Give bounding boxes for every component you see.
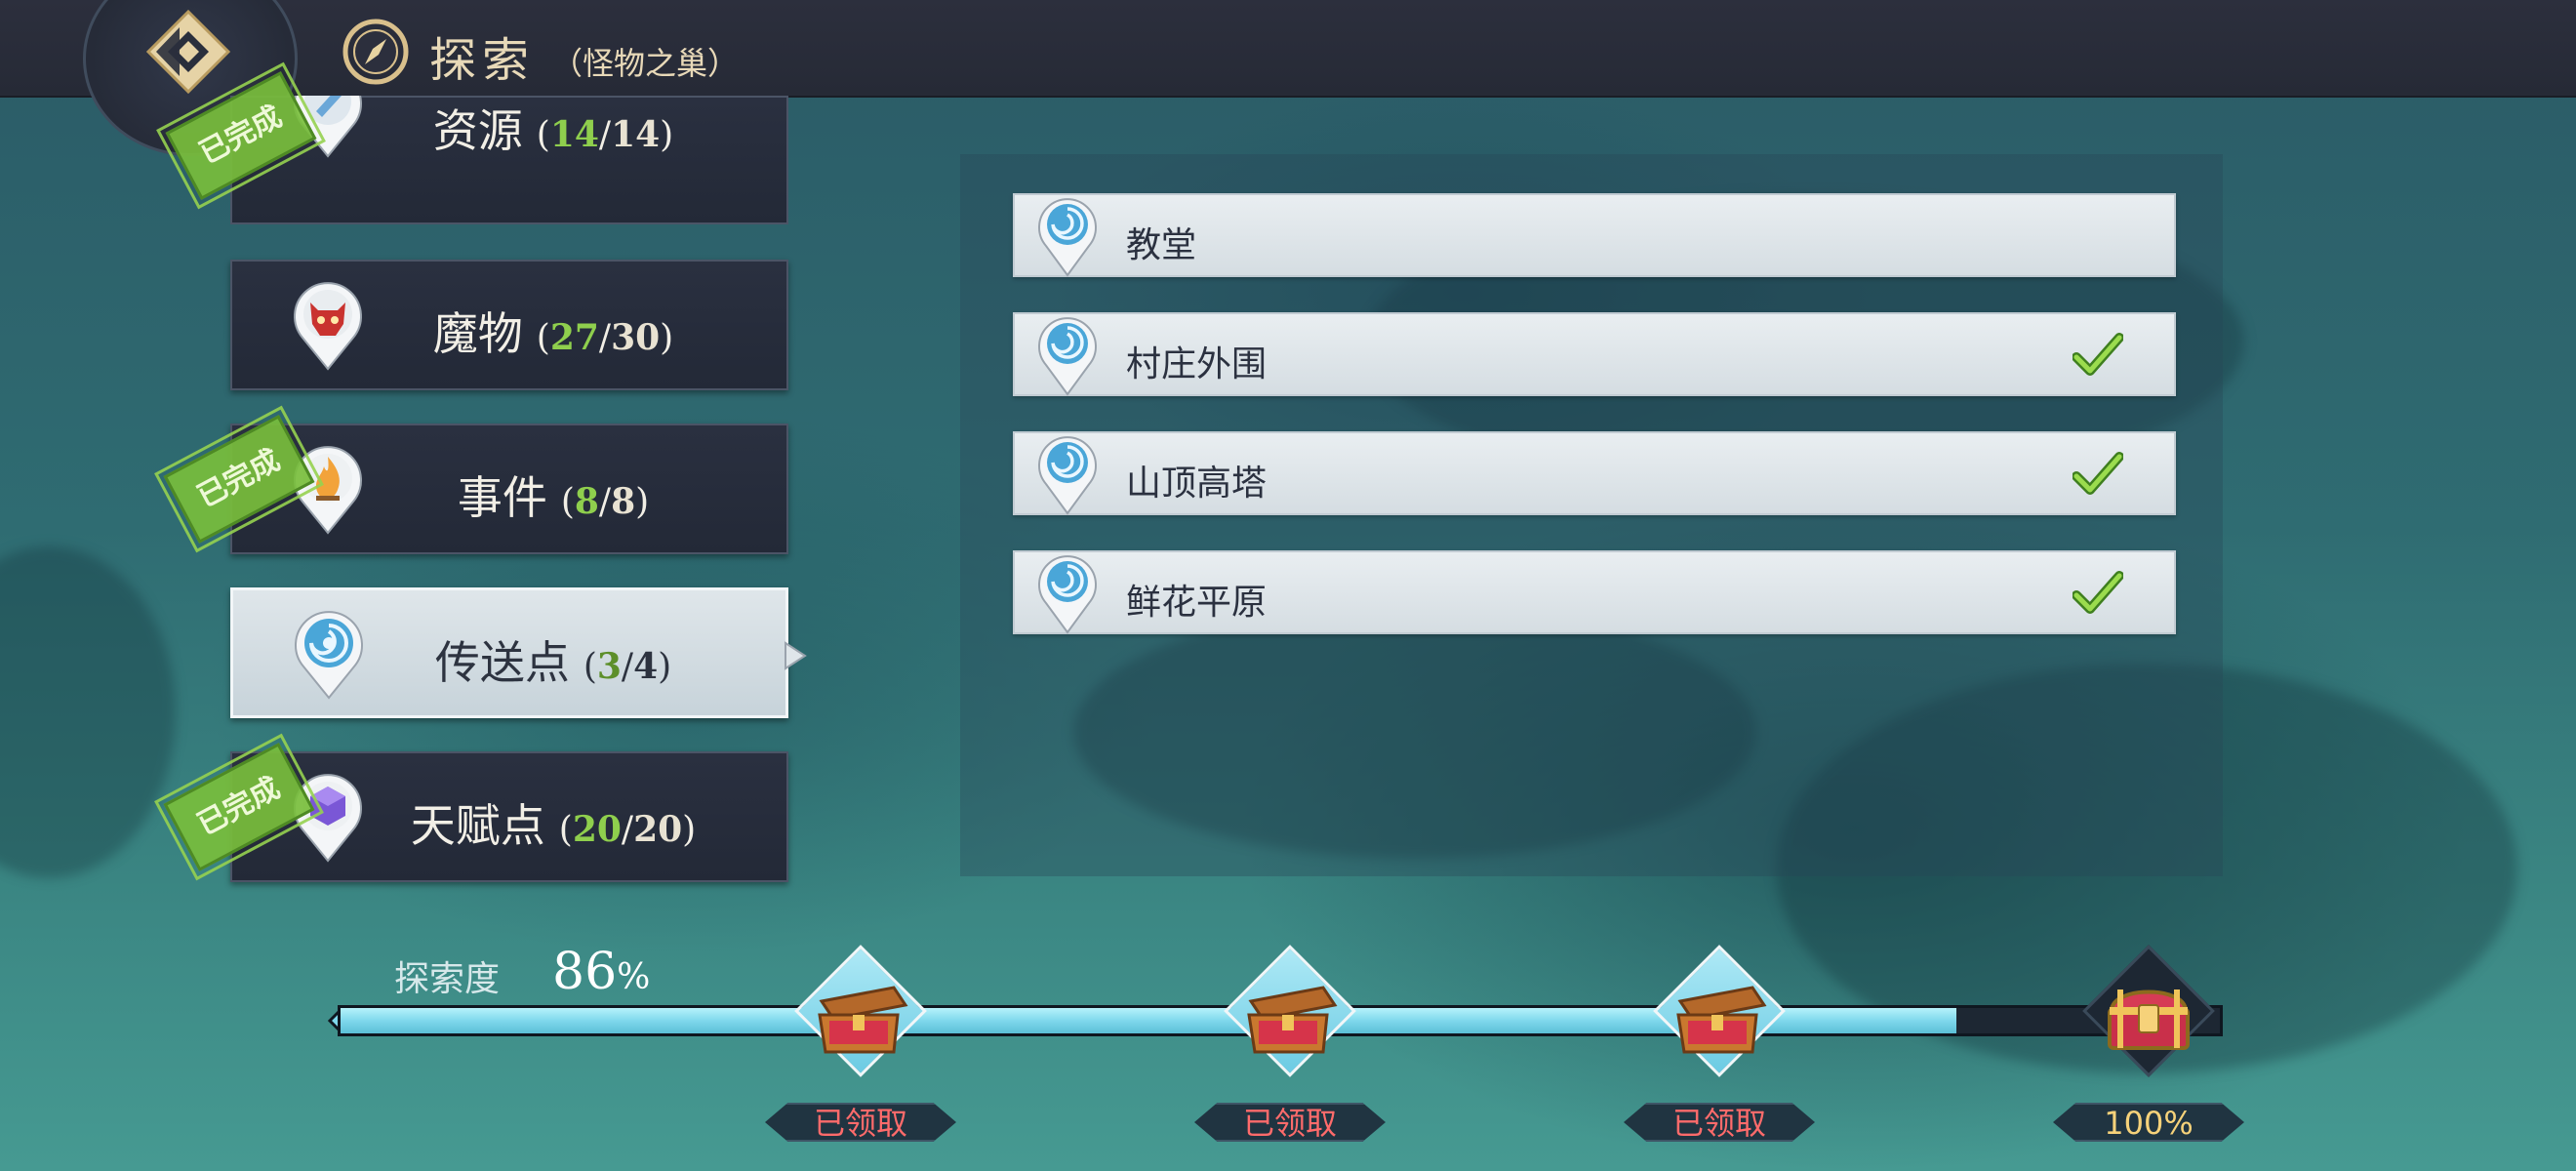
category-count: (3/4) (583, 646, 672, 687)
page-title: 探索 (429, 33, 536, 88)
back-arrow-icon[interactable] (144, 8, 232, 96)
teleport-icon (1038, 317, 1097, 396)
teleport-icon (1038, 555, 1097, 634)
category-name: 传送点 (434, 636, 570, 689)
category-event[interactable]: 事件 (8/8) (230, 424, 788, 554)
teleport-icon (1038, 436, 1097, 515)
waypoint-name: 村庄外围 (1126, 344, 1268, 384)
waypoint-row[interactable]: 教堂 (1013, 193, 2176, 277)
checkmark-icon (2073, 452, 2123, 495)
reward-status-claimed: 已领取 (765, 1103, 956, 1142)
compass-icon (342, 19, 409, 85)
waypoint-name: 教堂 (1126, 225, 1197, 265)
checkmark-icon (2073, 333, 2123, 376)
waypoint-row[interactable]: 山顶高塔 (1013, 431, 2176, 515)
chest-closed-icon (2108, 989, 2190, 1050)
progress-label: 探索度 (394, 959, 501, 999)
waypoint-row[interactable]: 鲜花平原 (1013, 550, 2176, 634)
map-landmass (0, 546, 176, 878)
page-subtitle: （怪物之巢） (551, 45, 740, 82)
teleport-icon (1038, 198, 1097, 277)
category-count: (8/8) (560, 481, 650, 522)
category-name: 事件 (457, 471, 547, 524)
chest-open-icon (1676, 986, 1767, 1054)
waypoint-name: 鲜花平原 (1126, 583, 1268, 623)
category-count: (14/14) (536, 114, 674, 155)
reward-node[interactable] (1653, 945, 1786, 1077)
reward-status-claimed: 已领取 (1194, 1103, 1386, 1142)
waypoint-row[interactable]: 村庄外围 (1013, 312, 2176, 396)
category-count: (27/30) (536, 317, 674, 358)
category-talent[interactable]: 天赋点 (20/20) (230, 751, 788, 882)
category-name: 天赋点 (410, 799, 545, 852)
checkmark-icon (2073, 571, 2123, 614)
reward-node[interactable] (1224, 945, 1356, 1077)
category-resource[interactable]: 资源 (14/14) (230, 96, 788, 224)
reward-threshold: 100% (2053, 1103, 2244, 1142)
reward-node[interactable] (2082, 945, 2215, 1077)
reward-status-claimed: 已领取 (1624, 1103, 1815, 1142)
chest-open-icon (1247, 986, 1338, 1054)
waypoint-name: 山顶高塔 (1126, 464, 1268, 504)
progress-value: 86% (552, 943, 651, 1001)
selected-arrow-icon (785, 641, 807, 670)
reward-node[interactable] (794, 945, 927, 1077)
category-teleport[interactable]: 传送点 (3/4) (230, 587, 807, 718)
chest-open-icon (818, 986, 908, 1054)
category-name: 资源 (432, 104, 523, 157)
category-monster[interactable]: 魔物 (27/30) (230, 260, 788, 390)
category-name: 魔物 (432, 307, 523, 360)
category-count: (20/20) (558, 809, 697, 850)
